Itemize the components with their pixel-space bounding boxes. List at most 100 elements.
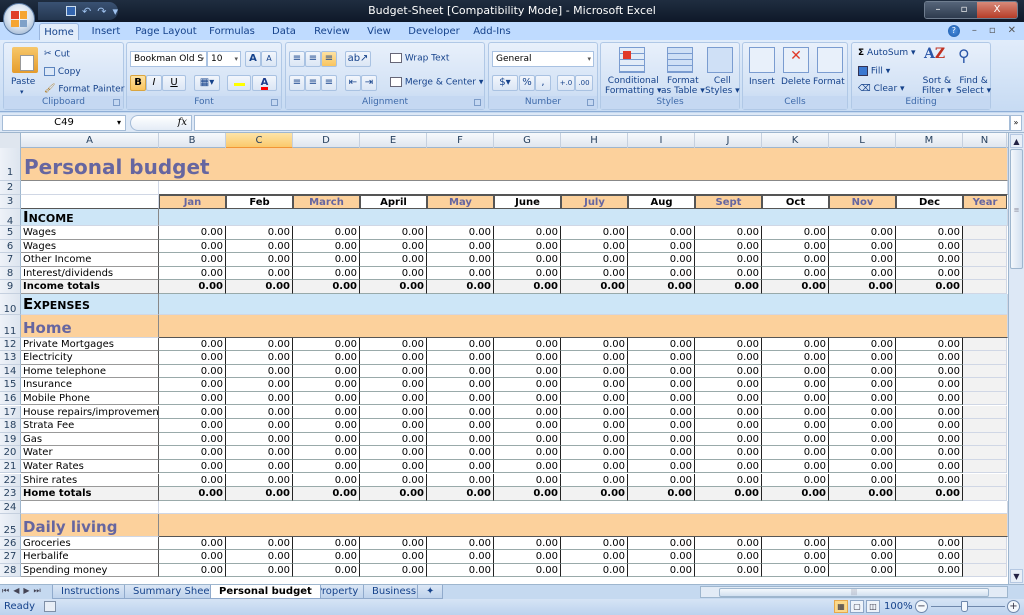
value-cell[interactable]: 0.00 xyxy=(628,419,695,433)
value-cell[interactable]: 0.00 xyxy=(360,253,427,267)
value-cell[interactable]: 0.00 xyxy=(159,550,226,564)
total-value[interactable]: 0.00 xyxy=(494,280,561,294)
value-cell[interactable]: 0.00 xyxy=(695,563,762,578)
office-button[interactable] xyxy=(3,3,35,35)
value-cell[interactable]: 0.00 xyxy=(226,473,293,488)
value-cell[interactable]: 0.00 xyxy=(226,563,293,578)
value-cell[interactable]: 0.00 xyxy=(695,446,762,460)
value-cell[interactable]: 0.00 xyxy=(829,419,896,433)
value-cell[interactable]: 0.00 xyxy=(360,473,427,488)
copy-button[interactable]: Copy xyxy=(44,67,81,77)
line-item-label[interactable]: Groceries xyxy=(21,536,159,551)
cell[interactable] xyxy=(159,293,1008,315)
value-cell[interactable]: 0.00 xyxy=(829,473,896,488)
value-cell[interactable]: 0.00 xyxy=(762,378,829,392)
value-cell[interactable]: 0.00 xyxy=(695,473,762,488)
month-header[interactable]: March xyxy=(293,195,360,209)
value-cell[interactable]: 0.00 xyxy=(695,419,762,433)
number-format-combo[interactable]: General ▾ xyxy=(492,51,594,67)
section-header[interactable]: Expenses xyxy=(21,293,159,315)
total-value[interactable]: 0.00 xyxy=(561,487,628,501)
value-cell[interactable]: 0.00 xyxy=(561,253,628,267)
year-cell[interactable] xyxy=(963,550,1007,564)
font-color-button[interactable]: A xyxy=(252,75,277,91)
value-cell[interactable]: 0.00 xyxy=(293,536,360,551)
paste-button[interactable]: Paste xyxy=(11,77,35,87)
value-cell[interactable]: 0.00 xyxy=(427,253,494,267)
value-cell[interactable]: 0.00 xyxy=(695,432,762,447)
total-value[interactable]: 0.00 xyxy=(829,280,896,294)
total-value[interactable]: 0.00 xyxy=(226,280,293,294)
value-cell[interactable]: 0.00 xyxy=(226,337,293,352)
cell[interactable] xyxy=(159,314,1008,338)
column-header-m[interactable]: M xyxy=(896,133,963,148)
line-item-label[interactable]: Spending money xyxy=(21,563,159,578)
line-item-label[interactable]: Private Mortgages xyxy=(21,337,159,352)
total-value[interactable]: 0.00 xyxy=(695,487,762,501)
month-header[interactable]: Dec xyxy=(896,195,963,209)
grow-font-button[interactable]: A xyxy=(245,51,261,67)
value-cell[interactable]: 0.00 xyxy=(159,253,226,267)
font-launcher-icon[interactable] xyxy=(271,99,278,106)
italic-button[interactable]: I xyxy=(146,75,162,91)
value-cell[interactable]: 0.00 xyxy=(360,337,427,352)
month-header[interactable]: Jan xyxy=(159,195,226,209)
row-header[interactable]: 7 xyxy=(0,253,21,267)
value-cell[interactable]: 0.00 xyxy=(226,351,293,365)
row-header[interactable]: 17 xyxy=(0,405,21,420)
column-header-d[interactable]: D xyxy=(293,133,360,148)
value-cell[interactable]: 0.00 xyxy=(293,239,360,253)
value-cell[interactable]: 0.00 xyxy=(427,550,494,564)
value-cell[interactable]: 0.00 xyxy=(628,391,695,406)
value-cell[interactable]: 0.00 xyxy=(628,550,695,564)
total-value[interactable]: 0.00 xyxy=(360,280,427,294)
value-cell[interactable]: 0.00 xyxy=(494,432,561,447)
line-item-label[interactable]: Shire rates xyxy=(21,473,159,488)
row-header[interactable]: 5 xyxy=(0,226,21,240)
underline-button[interactable]: U xyxy=(162,75,186,91)
value-cell[interactable]: 0.00 xyxy=(159,405,226,420)
value-cell[interactable]: 0.00 xyxy=(896,337,963,352)
row-header[interactable]: 23 xyxy=(0,487,21,501)
value-cell[interactable]: 0.00 xyxy=(159,473,226,488)
insert-function-icon[interactable]: fx xyxy=(178,117,187,128)
value-cell[interactable]: 0.00 xyxy=(896,405,963,420)
zoom-level[interactable]: 100% xyxy=(884,601,913,612)
value-cell[interactable]: 0.00 xyxy=(695,364,762,379)
year-cell[interactable] xyxy=(963,266,1007,280)
value-cell[interactable]: 0.00 xyxy=(829,536,896,551)
value-cell[interactable]: 0.00 xyxy=(494,550,561,564)
value-cell[interactable]: 0.00 xyxy=(293,226,360,240)
column-header-n[interactable]: N xyxy=(963,133,1007,148)
value-cell[interactable]: 0.00 xyxy=(762,563,829,578)
value-cell[interactable]: 0.00 xyxy=(561,550,628,564)
section-header[interactable]: Income xyxy=(21,209,159,226)
value-cell[interactable]: 0.00 xyxy=(427,364,494,379)
column-header-j[interactable]: J xyxy=(695,133,762,148)
first-sheet-icon[interactable]: ⏮ xyxy=(2,586,13,595)
row-header[interactable]: 12 xyxy=(0,337,21,352)
value-cell[interactable]: 0.00 xyxy=(159,266,226,280)
value-cell[interactable]: 0.00 xyxy=(695,536,762,551)
value-cell[interactable]: 0.00 xyxy=(896,391,963,406)
value-cell[interactable]: 0.00 xyxy=(896,351,963,365)
value-cell[interactable]: 0.00 xyxy=(896,364,963,379)
value-cell[interactable]: 0.00 xyxy=(226,253,293,267)
subsection-header[interactable]: Daily living xyxy=(21,513,159,537)
value-cell[interactable]: 0.00 xyxy=(628,253,695,267)
row-header[interactable]: 19 xyxy=(0,432,21,447)
value-cell[interactable]: 0.00 xyxy=(829,253,896,267)
total-value[interactable]: 0.00 xyxy=(829,487,896,501)
value-cell[interactable]: 0.00 xyxy=(494,563,561,578)
row-header[interactable]: 22 xyxy=(0,473,21,488)
increase-indent-button[interactable]: ⇥ xyxy=(361,75,377,91)
total-value[interactable]: 0.00 xyxy=(226,487,293,501)
month-header[interactable]: Aug xyxy=(628,195,695,209)
value-cell[interactable]: 0.00 xyxy=(762,364,829,379)
value-cell[interactable]: 0.00 xyxy=(293,405,360,420)
percent-button[interactable]: % xyxy=(519,75,535,91)
value-cell[interactable]: 0.00 xyxy=(494,378,561,392)
value-cell[interactable]: 0.00 xyxy=(561,351,628,365)
wrap-text-button[interactable]: Wrap Text xyxy=(390,53,449,64)
value-cell[interactable]: 0.00 xyxy=(829,226,896,240)
